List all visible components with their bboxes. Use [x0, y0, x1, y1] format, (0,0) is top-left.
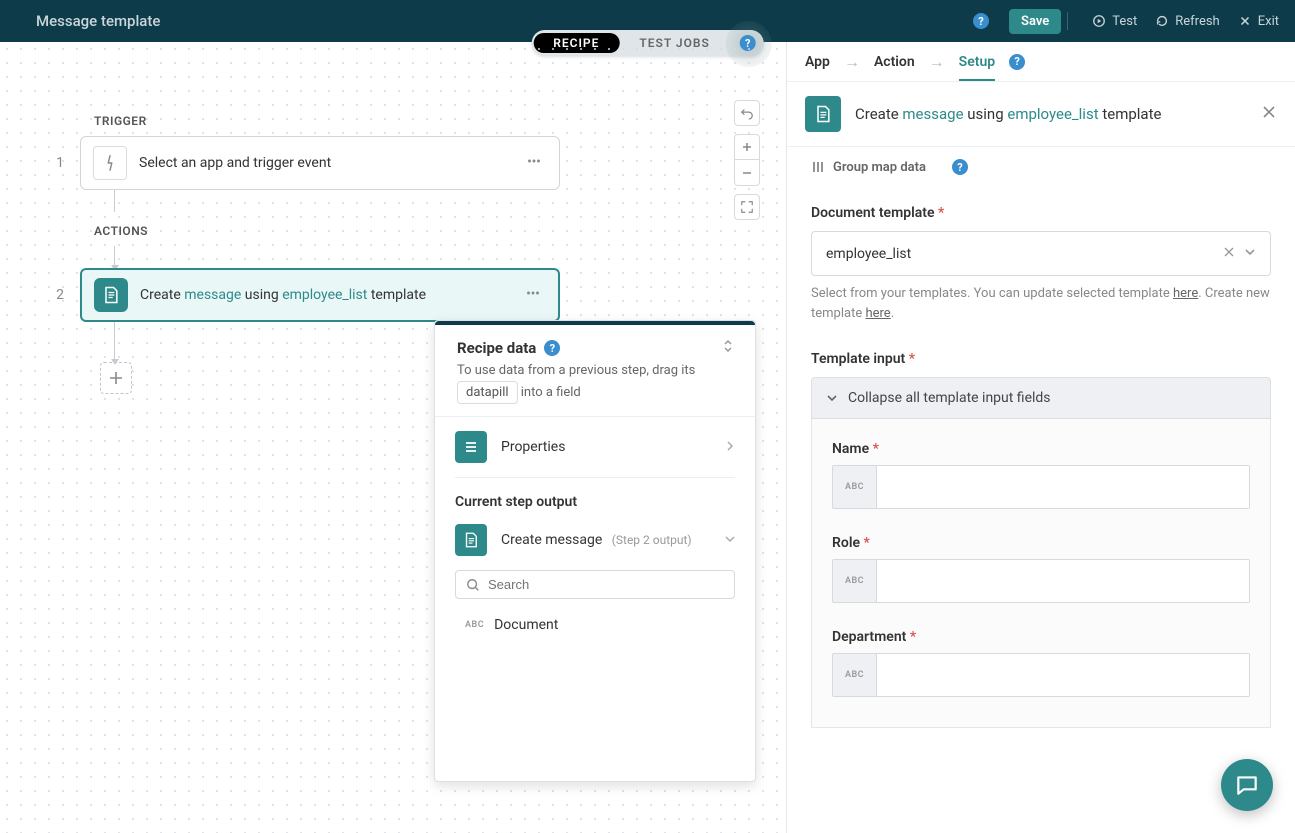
page-title: Message template: [36, 12, 160, 30]
recipe-data-desc: To use data from a previous step, drag i…: [457, 361, 721, 404]
type-abc-icon: ABC: [833, 466, 877, 508]
type-abc-icon: ABC: [833, 560, 877, 602]
action-step-card[interactable]: Create message using employee_list templ…: [80, 268, 560, 322]
recipe-data-title: Recipe data: [457, 339, 536, 357]
breadcrumb: App → Action → Setup ?: [787, 42, 1295, 82]
name-input[interactable]: ABC: [832, 465, 1250, 509]
zoom-out-button[interactable]: [734, 160, 760, 186]
arrow-icon: →: [844, 52, 860, 72]
recipe-data-panel: Recipe data ? To use data from a previou…: [434, 320, 756, 782]
undo-icon: [740, 106, 754, 120]
exit-button[interactable]: Exit: [1238, 14, 1279, 29]
search-icon: [466, 578, 480, 592]
collapse-panel-icon[interactable]: [721, 339, 735, 357]
dept-input[interactable]: ABC: [832, 653, 1250, 697]
action-header-text: Create message using employee_list templ…: [855, 105, 1247, 123]
connector-line: [114, 246, 115, 268]
doc-template-help: Select from your templates. You can upda…: [811, 284, 1271, 323]
bc-action[interactable]: Action: [874, 54, 915, 70]
doc-template-select[interactable]: employee_list: [811, 231, 1271, 276]
trigger-step-card[interactable]: Select an app and trigger event: [80, 136, 560, 190]
help-icon[interactable]: ?: [1009, 53, 1025, 70]
trigger-icon: [93, 146, 127, 180]
template-input-label: Template input *: [811, 351, 1271, 367]
step-number: 2: [40, 287, 80, 303]
trigger-section-label: TRIGGER: [94, 114, 746, 128]
connector-line: [114, 190, 115, 212]
datapill-chip: datapill: [457, 381, 518, 405]
refresh-icon: [1155, 14, 1169, 28]
chevron-down-icon[interactable]: [1244, 246, 1256, 262]
search-input[interactable]: [488, 577, 724, 592]
plus-icon: [109, 371, 123, 385]
chevron-down-icon: [826, 392, 838, 404]
columns-icon: [811, 160, 825, 174]
bc-app[interactable]: App: [805, 54, 830, 70]
chat-icon: [1234, 772, 1260, 798]
role-textarea[interactable]: [877, 560, 1249, 602]
clear-icon[interactable]: [1222, 244, 1236, 263]
test-button[interactable]: Test: [1092, 14, 1137, 29]
update-template-link[interactable]: here: [1173, 286, 1198, 301]
create-message-row[interactable]: Create message (Step 2 output): [435, 518, 755, 562]
undo-button[interactable]: [734, 100, 760, 126]
field-role-label: Role *: [832, 535, 1250, 551]
help-icon[interactable]: ?: [544, 340, 560, 356]
document-icon: [94, 278, 128, 312]
step-more-icon[interactable]: [521, 148, 547, 178]
name-textarea[interactable]: [877, 466, 1249, 508]
help-icon[interactable]: ?: [952, 159, 968, 175]
chevron-right-icon: [725, 439, 735, 455]
add-step-button[interactable]: [100, 362, 132, 394]
trigger-step-label: Select an app and trigger event: [139, 155, 509, 171]
type-abc-icon: ABC: [833, 654, 877, 696]
doc-template-label: Document template *: [811, 205, 1271, 221]
close-icon: [1238, 14, 1252, 28]
plus-icon: [741, 141, 753, 153]
play-circle-icon: [1092, 14, 1106, 28]
action-step-label: Create message using employee_list templ…: [140, 287, 508, 303]
document-datapill[interactable]: ABC Document: [435, 609, 755, 651]
document-icon: [805, 96, 841, 132]
current-step-label: Current step output: [435, 478, 755, 518]
properties-label: Properties: [501, 439, 711, 455]
dept-textarea[interactable]: [877, 654, 1249, 696]
step-number: 1: [40, 155, 80, 171]
create-message-label: Create message (Step 2 output): [501, 532, 711, 548]
connector-line: [114, 322, 115, 362]
field-name-label: Name *: [832, 441, 1250, 457]
config-panel: App → Action → Setup ? Create message us…: [786, 42, 1295, 833]
chevron-down-icon: [725, 532, 735, 548]
role-input[interactable]: ABC: [832, 559, 1250, 603]
field-dept-label: Department *: [832, 629, 1250, 645]
actions-section-label: ACTIONS: [94, 224, 746, 238]
type-abc-icon: ABC: [465, 620, 484, 630]
step-more-icon[interactable]: [520, 280, 546, 310]
zoom-in-button[interactable]: [734, 134, 760, 160]
fit-view-button[interactable]: [734, 194, 760, 220]
group-map-label[interactable]: Group map data: [833, 160, 926, 175]
collapse-fields-button[interactable]: Collapse all template input fields: [811, 377, 1271, 419]
properties-row[interactable]: Properties: [435, 417, 755, 477]
doc-template-value: employee_list: [826, 246, 1214, 262]
refresh-button[interactable]: Refresh: [1155, 14, 1219, 29]
bc-setup[interactable]: Setup: [959, 54, 995, 81]
minus-icon: [741, 167, 753, 179]
save-button[interactable]: Save: [1009, 9, 1061, 34]
close-panel-button[interactable]: [1261, 104, 1277, 125]
search-input-wrap[interactable]: [455, 570, 735, 599]
properties-icon: [455, 431, 487, 463]
expand-icon: [740, 200, 754, 214]
chat-button[interactable]: [1221, 759, 1273, 811]
arrow-icon: →: [929, 52, 945, 72]
document-icon: [455, 524, 487, 556]
create-template-link[interactable]: here: [865, 306, 890, 321]
help-icon[interactable]: ?: [967, 7, 995, 35]
